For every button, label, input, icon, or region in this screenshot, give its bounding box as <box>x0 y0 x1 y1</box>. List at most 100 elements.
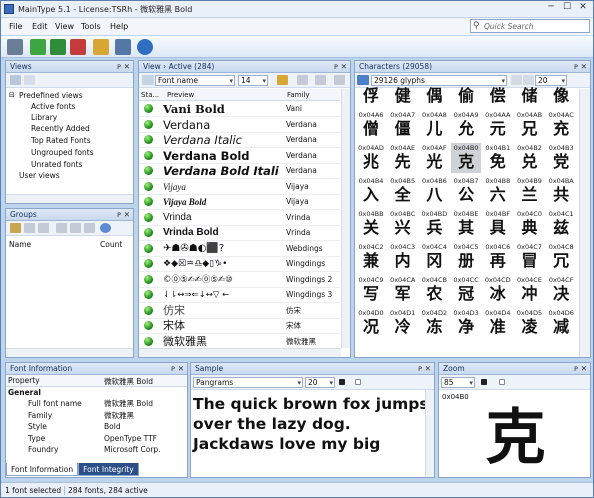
glyph-cell[interactable]: 0x04B0 克 <box>451 143 482 173</box>
text-color-icon[interactable] <box>339 379 345 385</box>
sample-size-combo[interactable]: 20 <box>305 377 335 388</box>
status-active-icon[interactable] <box>144 336 153 346</box>
refresh-icon[interactable] <box>100 223 111 233</box>
properties-icon[interactable] <box>115 39 131 55</box>
font-row[interactable]: Verdana Italic Verdana <box>139 132 340 148</box>
close-panel-icon[interactable]: ✕ <box>341 61 347 73</box>
close-button[interactable]: ✕ <box>575 1 591 15</box>
property-name[interactable]: Type <box>28 433 45 444</box>
status-active-icon[interactable] <box>144 243 153 253</box>
property-name[interactable]: Family <box>28 410 52 421</box>
glyph-cell[interactable]: 0x04CB 农 <box>419 275 449 305</box>
delete-view-icon[interactable] <box>24 75 35 85</box>
glyph-cell[interactable]: 0x04B9 兰 <box>515 176 545 206</box>
menu-edit[interactable]: Edit <box>32 22 48 31</box>
glyph-cell[interactable]: 0x04C6 再 <box>483 242 513 272</box>
font-row[interactable]: ©⓪⑤✍✍⓪⑤✍⑩ Wingdings 2 <box>139 272 340 288</box>
glyph-cell[interactable]: 0x04B5 全 <box>388 176 418 206</box>
status-active-icon[interactable] <box>144 290 153 299</box>
glyph-cell[interactable]: 0x04C7 冒 <box>515 242 545 272</box>
pin-icon[interactable]: ᴘ <box>117 61 121 73</box>
col-value[interactable]: 微软雅黑 Bold <box>104 376 153 387</box>
glyph-cell[interactable]: 0x04BE 其 <box>451 209 481 239</box>
install-all-icon[interactable] <box>50 39 66 55</box>
property-value[interactable]: 微软雅黑 <box>104 410 134 421</box>
tree-unrated[interactable]: Unrated fonts <box>31 160 82 169</box>
status-active-icon[interactable] <box>144 305 153 315</box>
glyph-cell[interactable]: 0x04C1 兹 <box>546 209 576 239</box>
glyph-cell[interactable]: 俘 <box>356 77 386 107</box>
tree-recently-added[interactable]: Recently Added <box>31 124 90 133</box>
glyph-cell[interactable]: 0x04B3 党 <box>546 143 576 173</box>
glyph-cell[interactable]: 0x04C4 冈 <box>419 242 449 272</box>
glyph-cell[interactable]: 0x04C5 册 <box>451 242 481 272</box>
tree-active-fonts[interactable]: Active fonts <box>31 102 75 111</box>
glyph-cell[interactable]: 0x04D5 凌 <box>515 308 545 338</box>
glyph-vscrollbar[interactable] <box>579 89 590 357</box>
property-value[interactable]: Microsoft Corp. <box>104 444 161 455</box>
glyph-cell[interactable]: 0x04BA 共 <box>546 176 576 206</box>
glyph-cell[interactable]: 0x04D1 冷 <box>388 308 418 338</box>
glyph-cell[interactable]: 0x04BB 关 <box>356 209 386 239</box>
menu-view[interactable]: View <box>55 22 74 31</box>
col-preview[interactable]: Preview <box>167 91 194 99</box>
groups-col-name[interactable]: Name <box>9 240 31 249</box>
glyph-cell[interactable]: 0x04CE 冲 <box>515 275 545 305</box>
close-panel-icon[interactable]: ✕ <box>124 61 130 73</box>
sort-icon[interactable] <box>142 75 154 85</box>
glyph-cell[interactable]: 0x04C9 写 <box>356 275 386 305</box>
glyph-cell[interactable]: 0x04CC 冠 <box>451 275 481 305</box>
font-row[interactable]: Vrinda Vrinda <box>139 210 340 226</box>
glyph-cell[interactable]: 偶 <box>419 77 449 107</box>
glyph-cell[interactable]: 0x04BF 具 <box>483 209 513 239</box>
glyph-cell[interactable]: 0x04BC 兴 <box>388 209 418 239</box>
layout-icon[interactable] <box>297 75 308 85</box>
glyph-cell[interactable]: 0x04B4 入 <box>356 176 386 206</box>
glyph-cell[interactable]: 0x04A7 僵 <box>388 110 418 140</box>
tree-user-views[interactable]: User views <box>19 171 60 180</box>
glyph-cell[interactable]: 0x04D4 准 <box>483 308 513 338</box>
sample-text-combo[interactable]: Pangrams <box>193 377 303 388</box>
status-active-icon[interactable] <box>144 228 153 237</box>
delete-group-icon[interactable] <box>38 223 49 233</box>
col-property[interactable]: Property <box>8 376 40 385</box>
font-row[interactable]: Vrinda Bold Vrinda <box>139 225 340 241</box>
tree-ungrouped[interactable]: Ungrouped fonts <box>31 148 94 157</box>
glyph-cell[interactable]: 0x04A8 儿 <box>419 110 449 140</box>
glyph-cell[interactable]: 偷 <box>451 77 481 107</box>
col-status[interactable]: Sta... <box>141 91 159 99</box>
property-name[interactable]: Full font name <box>28 398 82 409</box>
status-active-icon[interactable] <box>144 135 153 144</box>
glyph-cell[interactable]: 0x04D3 净 <box>451 308 481 338</box>
rename-group-icon[interactable] <box>24 223 35 233</box>
install-font-icon[interactable] <box>30 39 46 55</box>
sort-combo[interactable]: Font name <box>155 75 235 86</box>
quick-search-input[interactable]: ⚲ Quick Search <box>470 19 590 33</box>
view-mode-icon[interactable] <box>334 75 345 85</box>
font-row[interactable]: Verdana Bold Verdana <box>139 148 340 164</box>
pin-icon[interactable]: ᴘ <box>574 363 578 375</box>
glyph-cell[interactable]: 0x04AE 先 <box>388 143 418 173</box>
tree-library[interactable]: Library <box>31 113 57 122</box>
font-row[interactable]: ✈☗✇☗◐⬛? Webdings <box>139 241 340 257</box>
close-panel-icon[interactable]: ✕ <box>124 209 130 221</box>
glyph-cell[interactable]: 0x04D2 冻 <box>419 308 449 338</box>
glyph-cell[interactable]: 0x04C0 典 <box>515 209 545 239</box>
glyph-cell[interactable]: 0x04AA 元 <box>483 110 513 140</box>
status-active-icon[interactable] <box>144 150 153 160</box>
close-panel-icon[interactable]: ✕ <box>581 61 587 73</box>
glyph-cell[interactable]: 0x04B6 八 <box>419 176 449 206</box>
tree-predefined-views[interactable]: Predefined views <box>19 91 83 100</box>
filter-icon[interactable] <box>277 75 288 85</box>
tree-expander-icon[interactable]: ⊟ <box>9 91 15 99</box>
pin-icon[interactable]: ᴘ <box>334 61 338 73</box>
glyph-cell[interactable]: 0x04A6 僧 <box>356 110 386 140</box>
size-combo[interactable]: 14 <box>238 75 268 86</box>
new-group-icon[interactable] <box>10 223 21 233</box>
glyph-cell[interactable]: 0x04AB 兄 <box>515 110 545 140</box>
zoom-size-combo[interactable]: 85 <box>441 377 475 388</box>
status-active-icon[interactable] <box>144 166 153 175</box>
pin-icon[interactable]: ᴘ <box>418 363 422 375</box>
glyph-cell[interactable]: 0x04AF 光 <box>419 143 449 173</box>
status-active-icon[interactable] <box>144 181 153 191</box>
